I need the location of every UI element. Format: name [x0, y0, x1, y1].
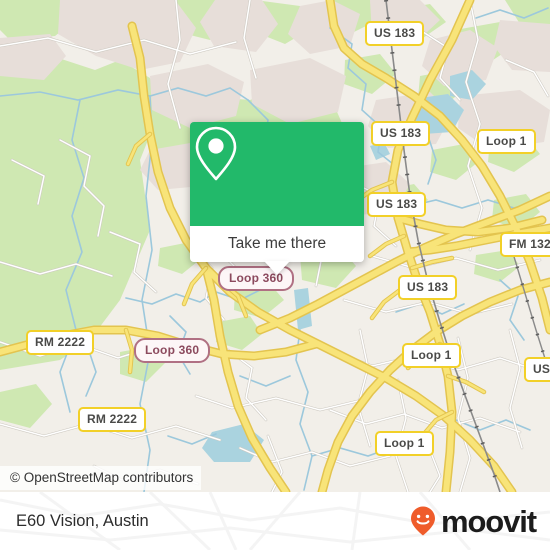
road-shield: US 1: [524, 357, 550, 382]
road-shield: RM 2222: [78, 407, 147, 432]
road-shield: Loop 360: [134, 338, 211, 363]
osm-attribution[interactable]: © OpenStreetMap contributors: [0, 466, 202, 490]
callout-pointer: [264, 261, 290, 275]
road-shield: US 183: [371, 121, 431, 146]
map-pin-icon: [195, 126, 237, 181]
moovit-pin-icon: [410, 506, 435, 536]
map-canvas[interactable]: US 183 US 183 Loop 1 US 183 FM 1325 US 1…: [0, 0, 550, 492]
road-shield: US 183: [367, 192, 427, 217]
moovit-logo[interactable]: moovit: [406, 503, 537, 539]
card-icon-panel: [190, 122, 364, 226]
road-shield: Loop 1: [477, 129, 536, 154]
take-me-there-button[interactable]: Take me there: [190, 226, 364, 262]
road-shield: RM 2222: [26, 330, 95, 355]
road-shield: Loop 1: [375, 431, 434, 456]
road-shield: US 183: [365, 21, 425, 46]
moovit-wordmark: moovit: [440, 503, 537, 539]
destination-callout-card[interactable]: Take me there: [190, 122, 364, 275]
take-me-there-label: Take me there: [227, 235, 327, 252]
footer-bar: E60 Vision, Austin moovit: [0, 492, 550, 550]
place-title: E60 Vision, Austin: [16, 511, 149, 530]
road-shield: Loop 1: [402, 343, 461, 368]
map-screen: US 183 US 183 Loop 1 US 183 FM 1325 US 1…: [0, 0, 550, 550]
road-shield: US 183: [398, 275, 458, 300]
road-shield: FM 1325: [500, 232, 550, 257]
